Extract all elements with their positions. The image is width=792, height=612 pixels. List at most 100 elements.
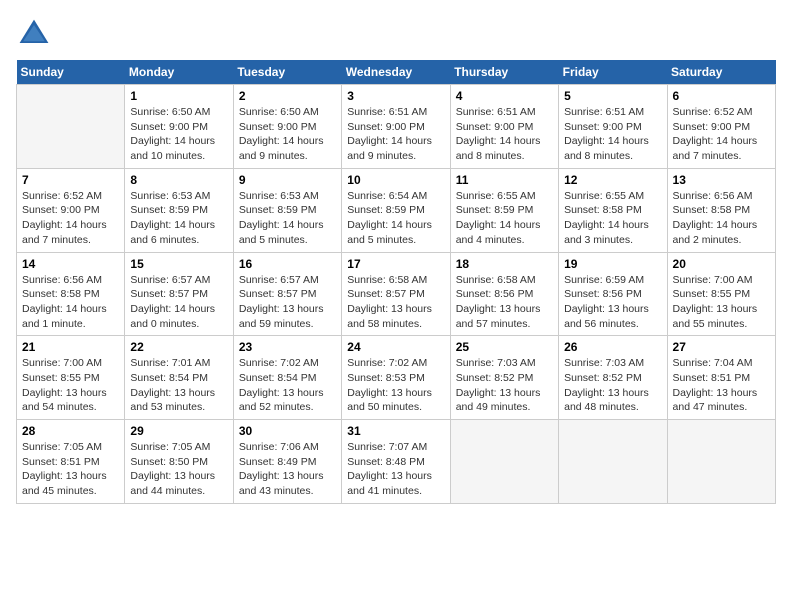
day-detail: Sunrise: 6:51 AM Sunset: 9:00 PM Dayligh… (564, 105, 661, 164)
day-number: 7 (22, 173, 119, 187)
calendar-cell: 3Sunrise: 6:51 AM Sunset: 9:00 PM Daylig… (342, 85, 450, 169)
day-detail: Sunrise: 6:56 AM Sunset: 8:58 PM Dayligh… (22, 273, 119, 332)
day-number: 22 (130, 340, 227, 354)
weekday-header-row: SundayMondayTuesdayWednesdayThursdayFrid… (17, 60, 776, 85)
day-number: 5 (564, 89, 661, 103)
calendar-cell: 2 Sunrise: 6:50 AM Sunset: 9:00 PM Daylig… (233, 85, 341, 169)
week-row-5: 28 Sunrise: 7:05 AM Sunset: 8:51 PM Dayli… (17, 420, 776, 504)
calendar-table: SundayMondayTuesdayWednesdayThursdayFrid… (16, 60, 776, 504)
day-number: 8 (130, 173, 227, 187)
calendar-cell (450, 420, 558, 504)
calendar-cell: 20 Sunrise: 7:00 AM Sunset: 8:55 PM Dayli… (667, 252, 775, 336)
day-number: 6 (673, 89, 770, 103)
day-detail: Sunrise: 6:55 AM Sunset: 8:58 PM Dayligh… (564, 189, 661, 248)
day-detail: Sunrise: 6:59 AM Sunset: 8:56 PM Dayligh… (564, 273, 661, 332)
day-number: 26 (564, 340, 661, 354)
calendar-cell (667, 420, 775, 504)
day-number: 2 (239, 89, 336, 103)
day-detail: Sunrise: 7:04 AM Sunset: 8:51 PM Dayligh… (673, 356, 770, 415)
day-detail: Sunrise: 6:58 AM Sunset: 8:56 PM Dayligh… (456, 273, 553, 332)
calendar-cell: 12 Sunrise: 6:55 AM Sunset: 8:58 PM Dayli… (559, 168, 667, 252)
week-row-1: 1 Sunrise: 6:50 AM Sunset: 9:00 PM Daylig… (17, 85, 776, 169)
calendar-cell: 10 Sunrise: 6:54 AM Sunset: 8:59 PM Dayli… (342, 168, 450, 252)
day-detail: Sunrise: 6:56 AM Sunset: 8:58 PM Dayligh… (673, 189, 770, 248)
calendar-cell: 21 Sunrise: 7:00 AM Sunset: 8:55 PM Dayli… (17, 336, 125, 420)
weekday-header-monday: Monday (125, 60, 233, 85)
day-detail: Sunrise: 7:00 AM Sunset: 8:55 PM Dayligh… (22, 356, 119, 415)
day-number: 25 (456, 340, 553, 354)
week-row-3: 14 Sunrise: 6:56 AM Sunset: 8:58 PM Dayli… (17, 252, 776, 336)
calendar-cell: 5 Sunrise: 6:51 AM Sunset: 9:00 PM Daylig… (559, 85, 667, 169)
day-number: 23 (239, 340, 336, 354)
day-detail: Sunrise: 6:55 AM Sunset: 8:59 PM Dayligh… (456, 189, 553, 248)
day-number: 28 (22, 424, 119, 438)
calendar-cell: 22Sunrise: 7:01 AM Sunset: 8:54 PM Dayli… (125, 336, 233, 420)
day-number: 11 (456, 173, 553, 187)
day-detail: Sunrise: 7:06 AM Sunset: 8:49 PM Dayligh… (239, 440, 336, 499)
day-detail: Sunrise: 6:50 AM Sunset: 9:00 PM Dayligh… (239, 105, 336, 164)
calendar-cell: 23 Sunrise: 7:02 AM Sunset: 8:54 PM Dayli… (233, 336, 341, 420)
calendar-cell: 9 Sunrise: 6:53 AM Sunset: 8:59 PM Daylig… (233, 168, 341, 252)
weekday-header-friday: Friday (559, 60, 667, 85)
day-number: 24 (347, 340, 444, 354)
weekday-header-thursday: Thursday (450, 60, 558, 85)
day-number: 31 (347, 424, 444, 438)
day-detail: Sunrise: 7:00 AM Sunset: 8:55 PM Dayligh… (673, 273, 770, 332)
calendar-cell: 18 Sunrise: 6:58 AM Sunset: 8:56 PM Dayli… (450, 252, 558, 336)
calendar-cell: 16Sunrise: 6:57 AM Sunset: 8:57 PM Dayli… (233, 252, 341, 336)
day-detail: Sunrise: 7:05 AM Sunset: 8:50 PM Dayligh… (130, 440, 227, 499)
day-detail: Sunrise: 6:54 AM Sunset: 8:59 PM Dayligh… (347, 189, 444, 248)
calendar-cell: 13 Sunrise: 6:56 AM Sunset: 8:58 PM Dayli… (667, 168, 775, 252)
day-detail: Sunrise: 6:51 AM Sunset: 9:00 PM Dayligh… (456, 105, 553, 164)
day-detail: Sunrise: 7:03 AM Sunset: 8:52 PM Dayligh… (564, 356, 661, 415)
calendar-cell: 6 Sunrise: 6:52 AM Sunset: 9:00 PM Daylig… (667, 85, 775, 169)
day-detail: Sunrise: 7:03 AM Sunset: 8:52 PM Dayligh… (456, 356, 553, 415)
weekday-header-tuesday: Tuesday (233, 60, 341, 85)
day-number: 17 (347, 257, 444, 271)
day-number: 30 (239, 424, 336, 438)
day-number: 19 (564, 257, 661, 271)
day-number: 9 (239, 173, 336, 187)
calendar-cell: 15 Sunrise: 6:57 AM Sunset: 8:57 PM Dayli… (125, 252, 233, 336)
day-number: 29 (130, 424, 227, 438)
page-header (16, 16, 776, 52)
calendar-cell: 31 Sunrise: 7:07 AM Sunset: 8:48 PM Dayli… (342, 420, 450, 504)
day-number: 16 (239, 257, 336, 271)
day-detail: Sunrise: 7:02 AM Sunset: 8:54 PM Dayligh… (239, 356, 336, 415)
day-number: 12 (564, 173, 661, 187)
calendar-cell: 24 Sunrise: 7:02 AM Sunset: 8:53 PM Dayli… (342, 336, 450, 420)
calendar-cell: 26 Sunrise: 7:03 AM Sunset: 8:52 PM Dayli… (559, 336, 667, 420)
calendar-cell: 7Sunrise: 6:52 AM Sunset: 9:00 PM Daylig… (17, 168, 125, 252)
calendar-cell (17, 85, 125, 169)
day-number: 13 (673, 173, 770, 187)
calendar-cell: 14 Sunrise: 6:56 AM Sunset: 8:58 PM Dayli… (17, 252, 125, 336)
day-number: 14 (22, 257, 119, 271)
calendar-cell (559, 420, 667, 504)
day-detail: Sunrise: 6:53 AM Sunset: 8:59 PM Dayligh… (239, 189, 336, 248)
weekday-header-wednesday: Wednesday (342, 60, 450, 85)
calendar-cell: 30 Sunrise: 7:06 AM Sunset: 8:49 PM Dayli… (233, 420, 341, 504)
day-detail: Sunrise: 6:51 AM Sunset: 9:00 PM Dayligh… (347, 105, 444, 164)
day-number: 27 (673, 340, 770, 354)
day-detail: Sunrise: 7:05 AM Sunset: 8:51 PM Dayligh… (22, 440, 119, 499)
day-number: 21 (22, 340, 119, 354)
day-detail: Sunrise: 6:58 AM Sunset: 8:57 PM Dayligh… (347, 273, 444, 332)
day-number: 18 (456, 257, 553, 271)
calendar-cell: 29 Sunrise: 7:05 AM Sunset: 8:50 PM Dayli… (125, 420, 233, 504)
logo-icon (16, 16, 52, 52)
calendar-cell: 27 Sunrise: 7:04 AM Sunset: 8:51 PM Dayli… (667, 336, 775, 420)
day-detail: Sunrise: 7:02 AM Sunset: 8:53 PM Dayligh… (347, 356, 444, 415)
day-detail: Sunrise: 6:53 AM Sunset: 8:59 PM Dayligh… (130, 189, 227, 248)
calendar-cell: 8 Sunrise: 6:53 AM Sunset: 8:59 PM Daylig… (125, 168, 233, 252)
day-detail: Sunrise: 6:57 AM Sunset: 8:57 PM Dayligh… (130, 273, 227, 332)
calendar-cell: 17 Sunrise: 6:58 AM Sunset: 8:57 PM Dayli… (342, 252, 450, 336)
day-number: 1 (130, 89, 227, 103)
day-number: 10 (347, 173, 444, 187)
day-number: 15 (130, 257, 227, 271)
day-detail: Sunrise: 7:07 AM Sunset: 8:48 PM Dayligh… (347, 440, 444, 499)
day-detail: Sunrise: 6:52 AM Sunset: 9:00 PM Dayligh… (673, 105, 770, 164)
day-number: 20 (673, 257, 770, 271)
weekday-header-saturday: Saturday (667, 60, 775, 85)
calendar-cell: 11 Sunrise: 6:55 AM Sunset: 8:59 PM Dayli… (450, 168, 558, 252)
week-row-4: 21 Sunrise: 7:00 AM Sunset: 8:55 PM Dayli… (17, 336, 776, 420)
